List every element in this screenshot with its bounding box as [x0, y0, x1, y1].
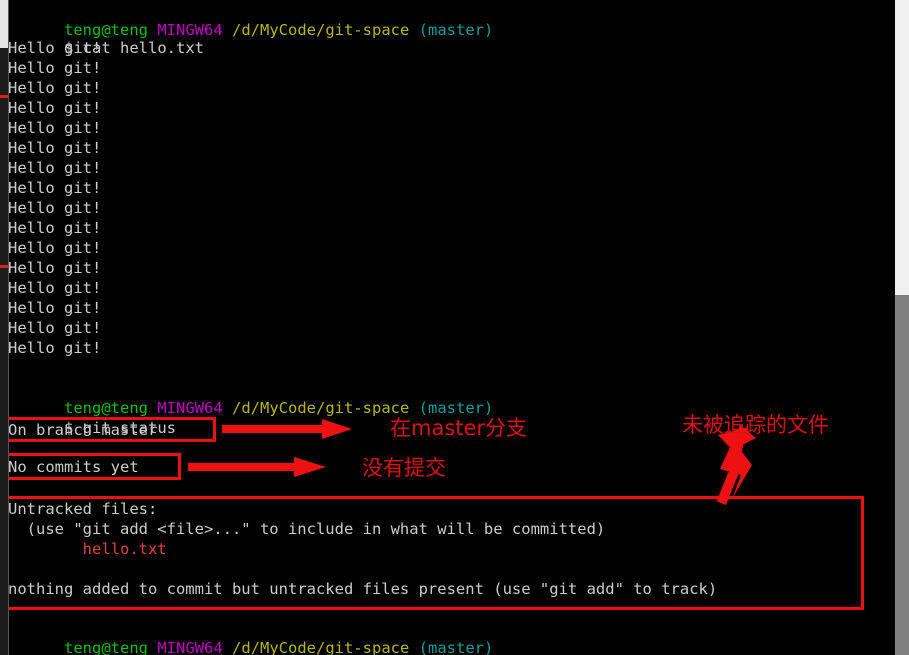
status-untracked-hint: (use "git add <file>..." to include in w… [8, 520, 606, 538]
cat-output-line: Hello git! [8, 299, 102, 317]
prompt-line-2: teng@teng MINGW64 /d/MyCode/git-space (m… [64, 399, 494, 417]
left-scrollbar-mark-2 [0, 265, 8, 268]
cat-output-line: Hello git! [8, 339, 102, 357]
cat-output-line: Hello git! [8, 219, 102, 237]
terminal-output-area[interactable]: teng@teng MINGW64 /d/MyCode/git-space (m… [0, 0, 909, 655]
left-scrollbar[interactable] [0, 0, 9, 655]
status-untracked-header: Untracked files: [8, 500, 158, 518]
command-line-cat: $ cat hello.txt [8, 18, 204, 57]
terminal-window: teng@teng MINGW64 /d/MyCode/git-space (m… [0, 0, 909, 655]
status-no-commits-line: No commits yet [8, 458, 139, 476]
cat-output-line: Hello git! [8, 139, 102, 157]
left-scrollbar-mark-1 [0, 95, 8, 98]
cat-output-line: Hello git! [8, 239, 102, 257]
prompt-branch: (master) [418, 21, 494, 39]
cat-output-line: Hello git! [8, 59, 102, 77]
cat-output-line: Hello git! [8, 199, 102, 217]
status-branch-line: On branch master [8, 421, 158, 439]
prompt-line-1: teng@teng MINGW64 /d/MyCode/git-space (m… [8, 0, 493, 39]
cat-output-line: Hello git! [8, 99, 102, 117]
left-scrollbar-thumb[interactable] [0, 0, 8, 48]
cat-output-line: Hello git! [8, 259, 102, 277]
command-line-git-status: $ git status [64, 419, 177, 437]
status-untracked-file: hello.txt [8, 540, 167, 558]
cat-output-line: Hello git! [8, 119, 102, 137]
cat-output-line: Hello git! [8, 319, 102, 337]
input-line[interactable]: $ [8, 638, 82, 655]
cat-output-line: Hello git! [8, 159, 102, 177]
right-scrollbar[interactable] [895, 0, 909, 655]
cat-output-line: Hello git! [8, 179, 102, 197]
right-scrollbar-thumb[interactable] [895, 295, 909, 655]
prompt-line-3: teng@teng MINGW64 /d/MyCode/git-space (m… [64, 639, 494, 655]
cat-output-line: Hello git! [8, 39, 102, 57]
prompt-path: /d/MyCode/git-space [232, 21, 410, 39]
status-summary-line: nothing added to commit but untracked fi… [8, 580, 718, 598]
cat-output-line: Hello git! [8, 79, 102, 97]
cat-output-line: Hello git! [8, 279, 102, 297]
